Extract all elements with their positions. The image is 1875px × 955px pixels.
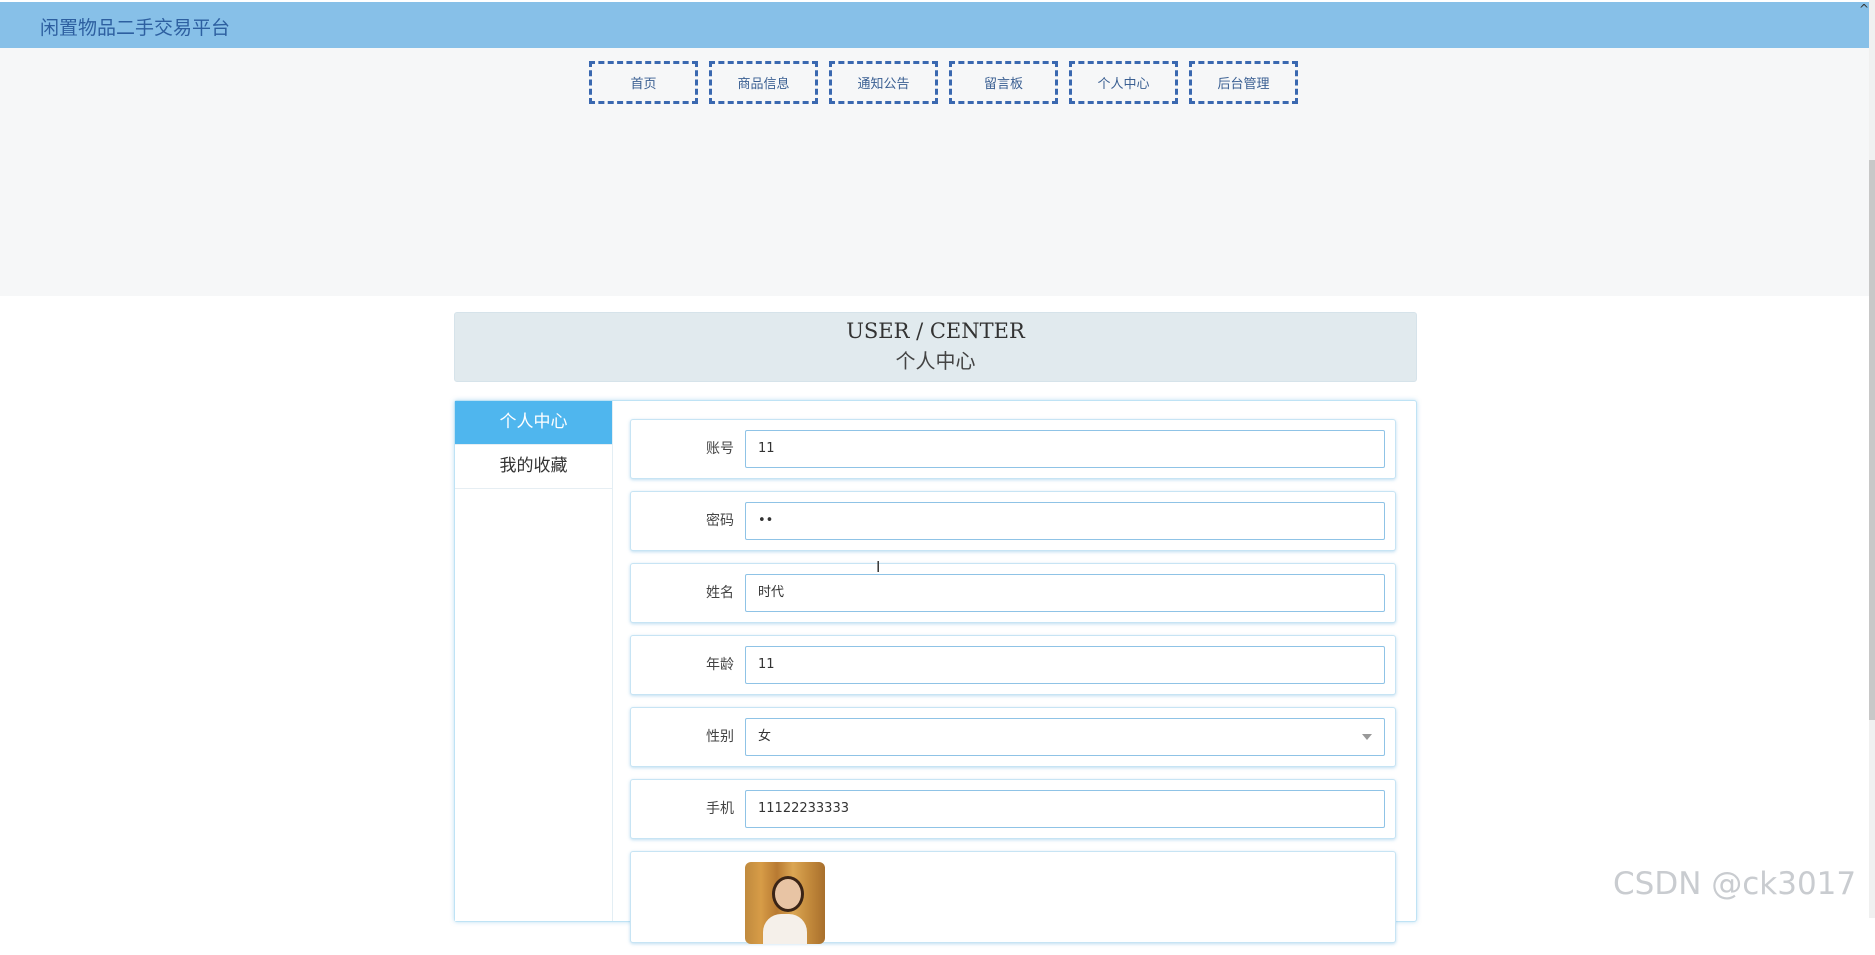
nav-notices[interactable]: 通知公告 (829, 61, 938, 104)
avatar-body (763, 914, 807, 944)
form-row-phone: 手机 11122233333 (630, 779, 1396, 839)
avatar-head (772, 876, 804, 912)
phone-label: 手机 (706, 801, 734, 817)
site-title: 闲置物品二手交易平台 (40, 17, 231, 39)
user-center-title-cn: 个人中心 (895, 349, 976, 373)
password-label: 密码 (706, 513, 734, 529)
gender-value: 女 (758, 729, 772, 744)
sidebar: 个人中心 我的收藏 (455, 401, 613, 921)
scroll-up-icon[interactable]: ^ (1859, 2, 1869, 16)
name-field[interactable]: 时代 (745, 574, 1385, 612)
scrollbar-thumb[interactable] (1869, 160, 1875, 720)
text-cursor-icon: I (876, 558, 881, 576)
gender-select[interactable]: 女 (745, 718, 1385, 756)
tab-user-center[interactable]: 个人中心 (455, 401, 612, 445)
form-row-gender: 性别 女 (630, 707, 1396, 767)
top-bar: 闲置物品二手交易平台 ^ (0, 2, 1869, 49)
form-row-password: 密码 •• (630, 491, 1396, 551)
form-row-photo (630, 851, 1396, 944)
nav-home[interactable]: 首页 (589, 61, 698, 104)
scrollbar[interactable] (1869, 0, 1875, 918)
age-label: 年龄 (706, 657, 734, 673)
chevron-down-icon[interactable] (1362, 734, 1372, 740)
form-row-name: 姓名 时代 (630, 563, 1396, 623)
account-label: 账号 (706, 441, 734, 457)
user-center-header: USER / CENTER 个人中心 (454, 312, 1417, 382)
nav-products[interactable]: 商品信息 (709, 61, 818, 104)
age-field[interactable]: 11 (745, 646, 1385, 684)
nav-message-board[interactable]: 留言板 (949, 61, 1058, 104)
password-field[interactable]: •• (745, 502, 1385, 540)
user-center-panel: 个人中心 我的收藏 账号 11 密码 •• 姓名 时代 年龄 11 性别 女 手… (454, 400, 1417, 944)
name-label: 姓名 (706, 585, 734, 601)
nav-admin[interactable]: 后台管理 (1189, 61, 1298, 104)
watermark: CSDN @ck3017 (1613, 866, 1857, 902)
gender-label: 性别 (706, 729, 734, 745)
form-row-account: 账号 11 (630, 419, 1396, 479)
nav-user-center[interactable]: 个人中心 (1069, 61, 1178, 104)
main-nav: 首页 商品信息 通知公告 留言板 个人中心 后台管理 (589, 61, 1298, 104)
avatar-photo[interactable] (745, 862, 825, 944)
profile-form: 账号 11 密码 •• 姓名 时代 年龄 11 性别 女 手机 11122233… (630, 419, 1396, 955)
user-center-title-en: USER / CENTER (846, 319, 1025, 343)
tab-my-favorites[interactable]: 我的收藏 (455, 445, 612, 489)
account-field[interactable]: 11 (745, 430, 1385, 468)
form-row-age: 年龄 11 (630, 635, 1396, 695)
phone-field[interactable]: 11122233333 (745, 790, 1385, 828)
